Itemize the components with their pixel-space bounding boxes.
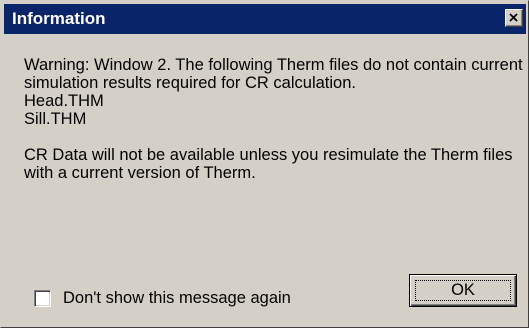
- message-line: simulation results required for CR calcu…: [24, 74, 356, 92]
- message-text: Warning: Window 2. The following Therm f…: [24, 56, 523, 182]
- message-line: Sill.THM: [24, 110, 87, 128]
- window-title: Information: [12, 9, 106, 28]
- message-line: Head.THM: [24, 92, 104, 110]
- close-button[interactable]: [505, 9, 523, 27]
- message-line: Warning: Window 2. The following Therm f…: [24, 56, 523, 74]
- close-icon: [509, 13, 518, 22]
- ok-button-label: OK: [451, 281, 475, 299]
- title-bar[interactable]: Information: [4, 4, 526, 34]
- dont-show-again-label[interactable]: Don't show this message again: [63, 289, 291, 307]
- message-spacer: [24, 128, 519, 146]
- dont-show-again-checkbox[interactable]: [34, 290, 51, 307]
- message-line: CR Data will not be available unless you…: [24, 146, 513, 164]
- ok-button[interactable]: OK: [409, 274, 517, 307]
- message-line: with a current version of Therm.: [24, 164, 256, 182]
- information-dialog: Information Warning: Window 2. The follo…: [0, 0, 529, 328]
